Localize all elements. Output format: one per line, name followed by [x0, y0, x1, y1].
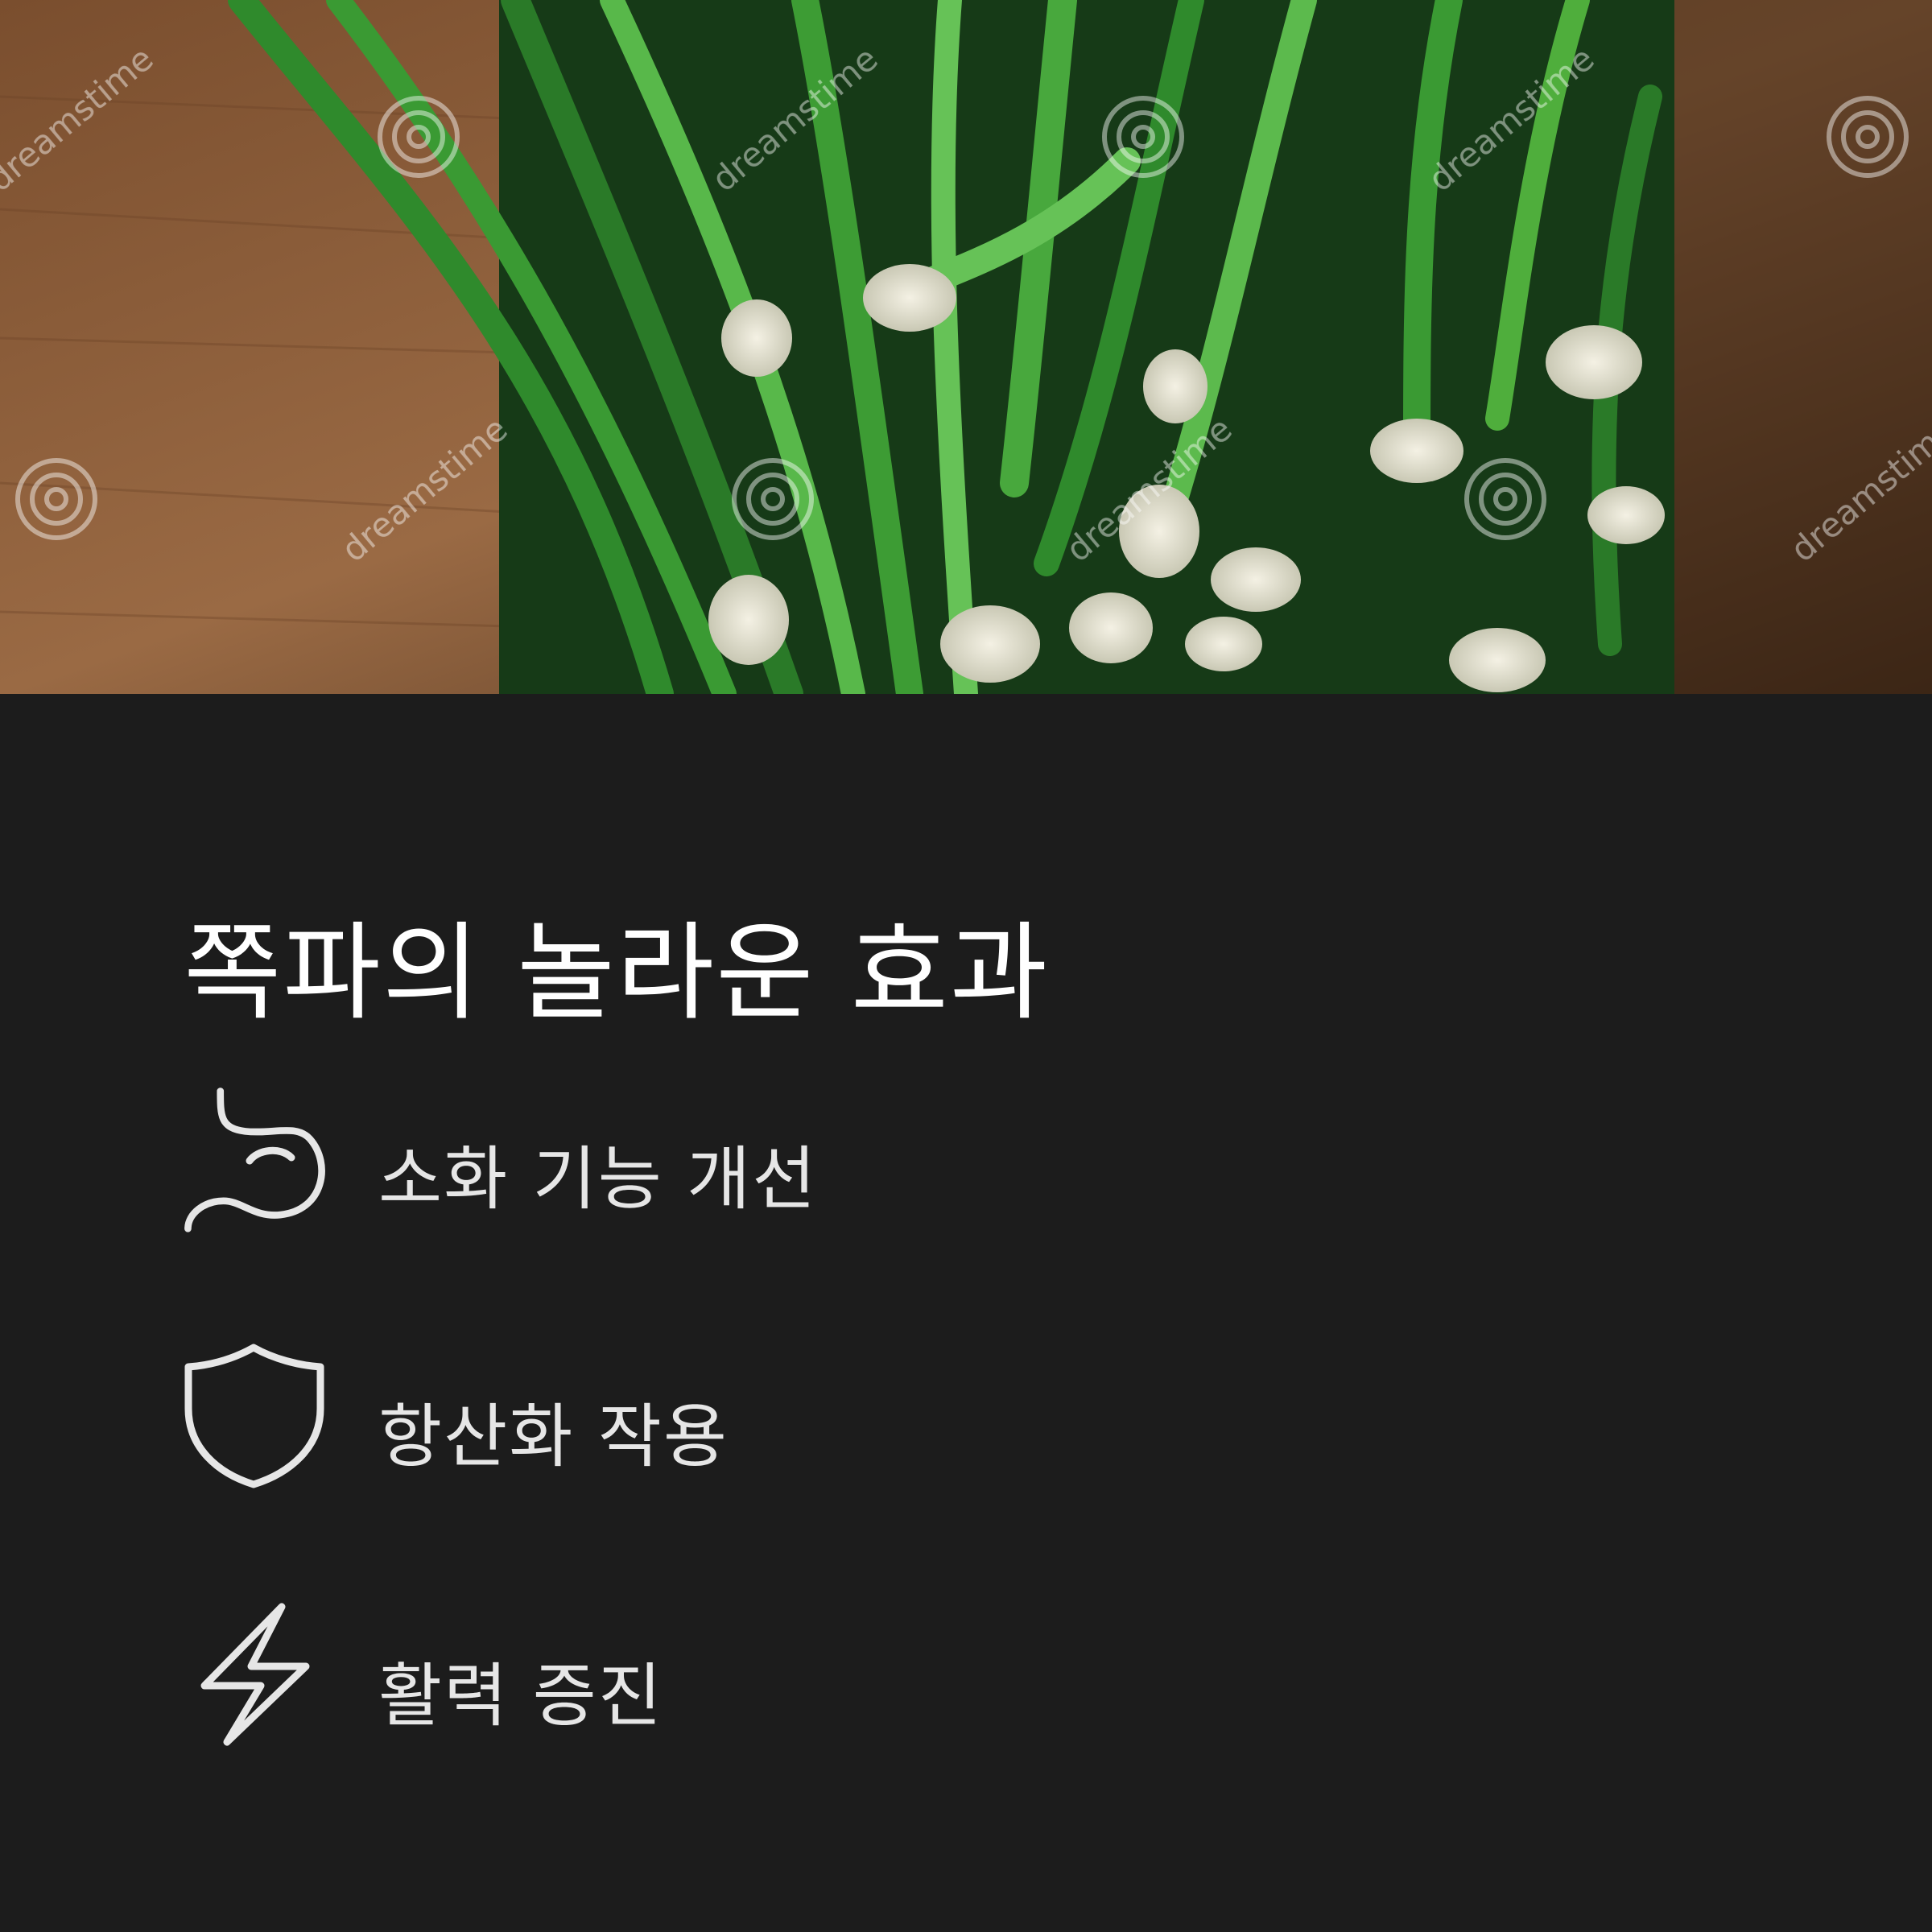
benefit-label: 활력 증진: [378, 1656, 663, 1736]
lightning-icon: [200, 1603, 310, 1746]
hero-photo: dreamstime dreamstime dreamstime dreamst…: [0, 0, 1932, 694]
info-card: dreamstime dreamstime dreamstime dreamst…: [0, 0, 1932, 1932]
stomach-icon: [184, 1088, 325, 1232]
benefit-label: 항산화 작용: [378, 1397, 729, 1477]
benefit-item: 활력 증진: [177, 1597, 1143, 1758]
shield-icon: [184, 1344, 324, 1488]
benefit-item: 소화 기능 개선: [177, 1080, 1143, 1241]
benefit-item: 항산화 작용: [177, 1338, 1143, 1499]
benefits-panel: 쪽파의 놀라운 효과 소화 기능 개선 항산화 작용 활력 증진: [0, 694, 1932, 1932]
benefit-label: 소화 기능 개선: [378, 1139, 818, 1220]
page-title: 쪽파의 놀라운 효과: [184, 911, 1050, 1035]
green-onion-photo: dreamstime dreamstime dreamstime dreamst…: [0, 0, 1932, 694]
